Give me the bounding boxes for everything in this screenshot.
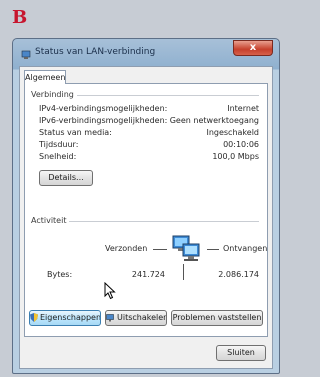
tab-algemeen[interactable]: Algemeen [24, 70, 66, 84]
divider [69, 95, 259, 96]
divider [65, 221, 259, 222]
mouse-pointer-icon [104, 282, 116, 300]
activity-section-label: Activiteit [31, 216, 70, 225]
tab-panel: Verbinding IPv4-verbindingsmogelijkheden… [24, 83, 268, 337]
properties-button[interactable]: Eigenschappen [29, 310, 101, 326]
sent-line [153, 249, 167, 250]
bytes-received: 2.086.174 [218, 270, 259, 279]
row-value: Geen netwerktoegang [169, 116, 259, 125]
row-value: Internet [227, 104, 259, 113]
row-label: Status van media: [39, 128, 112, 137]
figure-label: B [12, 7, 28, 28]
row-value: Ingeschakeld [206, 128, 259, 137]
received-label: Ontvangen [223, 244, 268, 253]
network-disable-icon [106, 313, 114, 321]
row-label: IPv6-verbindingsmogelijkheden: [39, 116, 168, 125]
bytes-label: Bytes: [47, 270, 73, 279]
network-icon [21, 50, 31, 59]
dialog-client: Algemeen Verbinding IPv4-verbindingsmoge… [19, 66, 273, 369]
close-button[interactable]: Sluiten [216, 345, 266, 361]
status-dialog: Status van LAN-verbinding x Algemeen Ver… [12, 38, 280, 374]
row-label: Tijdsduur: [39, 140, 79, 149]
row-label: IPv4-verbindingsmogelijkheden: [39, 104, 168, 113]
details-button[interactable]: Details... [39, 170, 93, 186]
row-value: 100,0 Mbps [212, 152, 259, 161]
title-bar[interactable]: Status van LAN-verbinding x [13, 39, 279, 69]
disable-button[interactable]: Uitschakelen [105, 310, 167, 326]
bytes-sent: 241.724 [131, 270, 165, 279]
received-line [207, 249, 219, 250]
sent-label: Verzonden [105, 244, 148, 253]
window-title: Status van LAN-verbinding [35, 47, 156, 57]
network-computers-icon [172, 235, 200, 261]
close-window-button[interactable]: x [233, 40, 273, 56]
diagnose-button[interactable]: Problemen vaststellen [171, 310, 263, 326]
shield-icon [30, 313, 38, 322]
connection-section-label: Verbinding [31, 90, 77, 99]
bytes-divider [183, 264, 184, 280]
row-label: Snelheid: [39, 152, 77, 161]
properties-label: Eigenschappen [40, 313, 101, 322]
disable-label: Uitschakelen [117, 313, 167, 322]
row-value: 00:10:06 [223, 140, 259, 149]
